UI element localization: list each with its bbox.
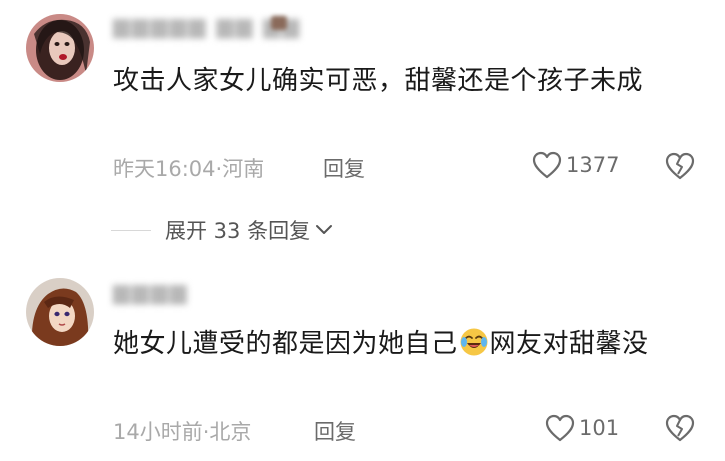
comment-text-part: 她女儿遭受的都是因为她自己 [113,329,458,359]
like-button[interactable]: 1377 [532,151,619,179]
heart-icon [532,151,562,179]
comment-location: 北京 [209,420,252,444]
heart-icon [545,414,575,442]
crying-laughing-emoji-icon [460,328,488,356]
broken-heart-icon [665,152,695,180]
comment-meta: 14小时前·北京 [113,416,251,446]
like-count: 101 [579,416,620,440]
comment-text: 攻击人家女儿确实可恶，甜馨还是个孩子未成 [113,66,644,96]
expand-divider-line [111,229,151,231]
comment-text: 她女儿遭受的都是因为她自己 网友对甜馨没 [113,323,649,360]
comment-text-part: 网友对甜馨没 [489,329,649,359]
expand-replies-label: 展开 33 条回复 [165,219,311,243]
comment-location: 河南 [222,157,265,181]
reply-button[interactable]: 回复 [314,416,356,446]
dislike-button[interactable] [665,152,695,180]
expand-replies-button[interactable]: 展开 33 条回复 [111,215,334,245]
avatar[interactable] [26,14,94,82]
reply-button[interactable]: 回复 [323,153,365,183]
chevron-down-icon [316,225,333,234]
avatar[interactable] [26,278,94,346]
broken-heart-icon [665,414,695,442]
like-count: 1377 [566,153,620,177]
username-blurred[interactable]: ▆▆▆▆ [113,280,189,305]
comment-time: 昨天16:04 [113,157,216,181]
dislike-button[interactable] [665,414,695,442]
comment-meta: 昨天16:04·河南 [113,153,264,183]
comment-time: 14小时前 [113,420,203,444]
like-button[interactable]: 101 [545,414,619,442]
user-badge-icon [271,16,287,30]
